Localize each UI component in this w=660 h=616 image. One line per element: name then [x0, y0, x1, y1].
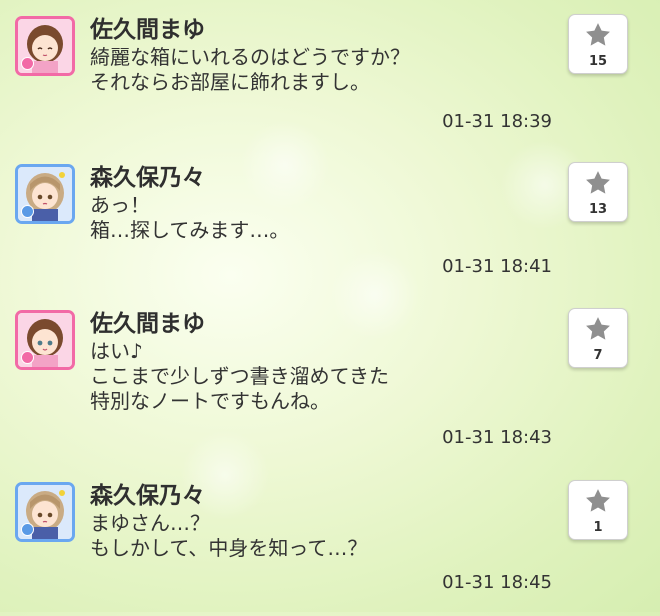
like-count: 7	[593, 348, 603, 363]
message-timestamp: 01-31 18:41	[442, 256, 552, 277]
star-icon	[586, 23, 610, 46]
star-icon	[586, 171, 610, 194]
like-button[interactable]: 7	[568, 308, 628, 368]
like-button[interactable]: 1	[568, 480, 628, 540]
mayu-avatar-icon[interactable]	[15, 16, 75, 76]
message-item: 森久保乃々 あっ！ 箱…探してみます…。 01-31 18:41 13	[0, 148, 660, 298]
message-timestamp: 01-31 18:39	[442, 111, 552, 132]
attribute-badge-icon	[21, 523, 34, 536]
like-count: 13	[588, 202, 608, 217]
sender-name: 佐久間まゆ	[90, 17, 205, 43]
message-item: 森久保乃々 まゆさん…？ もしかして、中身を知って…？ 01-31 18:45 …	[0, 466, 660, 616]
attribute-badge-icon	[21, 351, 34, 364]
attribute-badge-icon	[21, 57, 34, 70]
sender-name: 森久保乃々	[90, 483, 205, 509]
star-icon	[586, 489, 610, 512]
message-item: 佐久間まゆ 綺麗な箱にいれるのはどうですか？ それならお部屋に飾れますし。 01…	[0, 0, 660, 150]
sender-name: 佐久間まゆ	[90, 311, 205, 337]
message-item: 佐久間まゆ はい♪ ここまで少しずつ書き溜めてきた 特別なノートですもんね。 0…	[0, 294, 660, 448]
message-text: 綺麗な箱にいれるのはどうですか？ それならお部屋に飾れますし。	[90, 45, 410, 94]
nono-avatar-icon[interactable]	[15, 482, 75, 542]
attribute-badge-icon	[21, 205, 34, 218]
like-button[interactable]: 13	[568, 162, 628, 222]
message-timestamp: 01-31 18:45	[442, 572, 552, 593]
like-count: 1	[593, 520, 603, 535]
message-text: まゆさん…？ もしかして、中身を知って…？	[90, 511, 368, 560]
message-text: はい♪ ここまで少しずつ書き溜めてきた 特別なノートですもんね。	[90, 339, 389, 413]
star-icon	[586, 317, 610, 340]
message-timestamp: 01-31 18:43	[442, 427, 552, 448]
like-count: 15	[588, 54, 608, 69]
mayu-avatar-icon[interactable]	[15, 310, 75, 370]
nono-avatar-icon[interactable]	[15, 164, 75, 224]
sender-name: 森久保乃々	[90, 165, 205, 191]
like-button[interactable]: 15	[568, 14, 628, 74]
message-text: あっ！ 箱…探してみます…。	[90, 193, 290, 242]
